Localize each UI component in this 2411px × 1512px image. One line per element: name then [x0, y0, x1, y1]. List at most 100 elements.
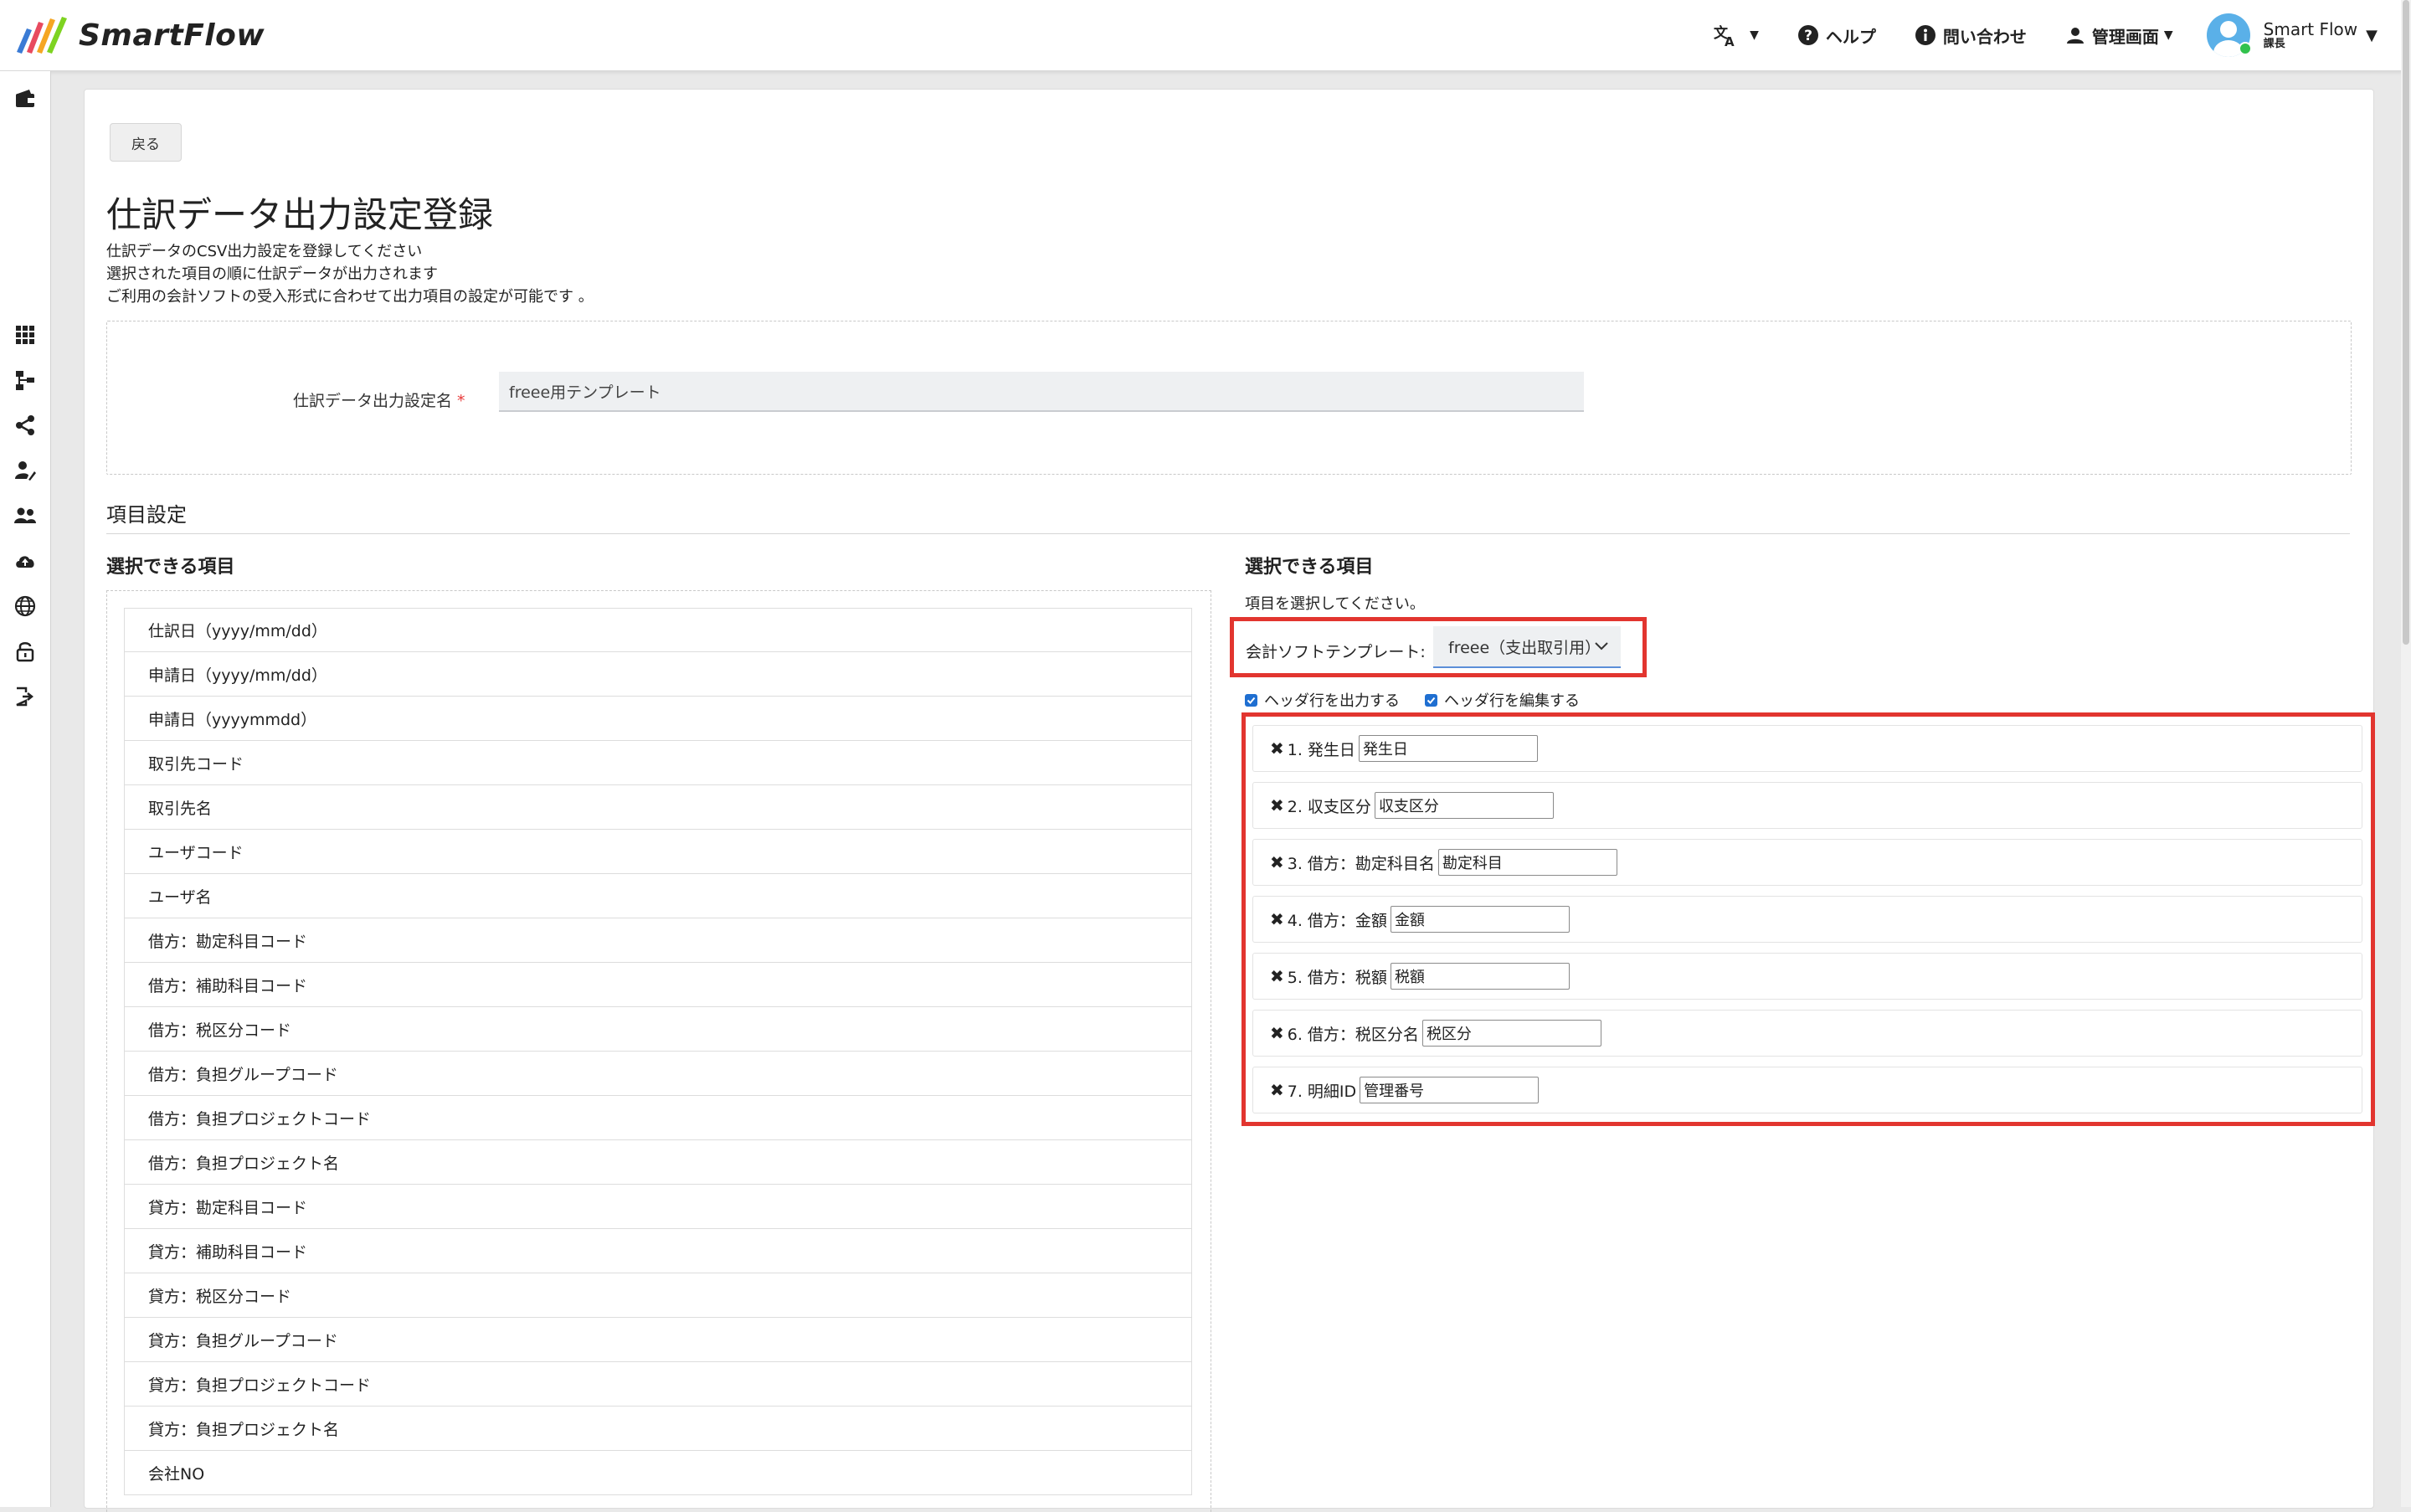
flow-icon[interactable]	[14, 369, 36, 391]
main-card: 戻る 仕訳データ出力設定登録 仕訳データのCSV出力設定を登録してください 選択…	[84, 89, 2375, 1512]
list-item[interactable]: 貸方：負担グループコード	[124, 1318, 1192, 1362]
header-name-input[interactable]: 勘定科目	[1437, 849, 1617, 876]
list-item[interactable]: 借方：負担プロジェクト名	[124, 1140, 1192, 1185]
wallet-icon[interactable]	[14, 88, 36, 110]
field-label: 2. 収支区分	[1287, 797, 1371, 816]
top-nav: 文 A ▼ ? ヘルプ 問い合わせ 管理画面 ▼ Smart Flow 課長 ▼	[1674, 0, 2378, 70]
available-items-box: 仕訳日（yyyy/mm/dd） 申請日（yyyy/mm/dd） 申請日（yyyy…	[106, 590, 1211, 1512]
admin-label: 管理画面	[2091, 26, 2159, 47]
list-item[interactable]: 貸方：負担プロジェクトコード	[124, 1362, 1192, 1407]
help-icon: ?	[1797, 25, 1818, 45]
translate-icon: 文 A	[1714, 24, 1735, 48]
list-item[interactable]: 借方：税区分コード	[124, 1007, 1192, 1052]
list-item[interactable]: 借方：負担グループコード	[124, 1052, 1192, 1096]
help-link[interactable]: ? ヘルプ	[1797, 23, 1876, 48]
person-icon	[2066, 28, 2084, 44]
field-label: 5. 借方：税額	[1287, 968, 1387, 987]
info-icon	[1915, 25, 1935, 45]
help-label: ヘルプ	[1825, 26, 1876, 47]
admin-menu[interactable]: 管理画面 ▼	[2065, 23, 2173, 48]
selected-field-row[interactable]: ✖ 6. 借方：税区分名 税区分	[1252, 1010, 2362, 1057]
remove-icon[interactable]: ✖	[1270, 1080, 1284, 1100]
selected-field-row[interactable]: ✖ 3. 借方：勘定科目名 勘定科目	[1252, 839, 2362, 886]
edit-header-label: ヘッダ行を編集する	[1444, 692, 1580, 710]
remove-icon[interactable]: ✖	[1270, 966, 1284, 986]
field-label: 6. 借方：税区分名	[1287, 1025, 1419, 1044]
selected-field-row[interactable]: ✖ 5. 借方：税額 税額	[1252, 953, 2362, 1000]
list-item[interactable]: 貸方：勘定科目コード	[124, 1185, 1192, 1229]
contact-label: 問い合わせ	[1942, 26, 2027, 47]
list-item[interactable]: 仕訳日（yyyy/mm/dd）	[124, 608, 1192, 652]
header-name-input[interactable]: 発生日	[1358, 735, 1538, 762]
template-highlight: 会計ソフトテンプレート: freee（支出取引用）	[1230, 617, 1647, 677]
section-title: 項目設定	[106, 503, 187, 527]
list-item[interactable]: ユーザコード	[124, 830, 1192, 874]
template-select[interactable]: freee（支出取引用）	[1433, 626, 1621, 668]
app-logo[interactable]: SmartFlow	[15, 15, 265, 55]
list-item[interactable]: 借方：補助科目コード	[124, 963, 1192, 1007]
grid-icon[interactable]	[14, 324, 36, 346]
remove-icon[interactable]: ✖	[1270, 738, 1284, 759]
setting-name-label-text: 仕訳データ出力設定名	[293, 392, 453, 410]
list-item[interactable]: 借方：負担プロジェクトコード	[124, 1096, 1192, 1140]
checkbox-checked-icon	[1245, 693, 1257, 707]
list-item[interactable]: 取引先コード	[124, 741, 1192, 785]
list-item[interactable]: 申請日（yyyymmdd）	[124, 697, 1192, 741]
header-name-input[interactable]: 税区分	[1421, 1020, 1601, 1047]
list-item[interactable]: 申請日（yyyy/mm/dd）	[124, 652, 1192, 697]
chevron-down-icon: ▼	[1750, 28, 1759, 42]
chevron-down-icon: ▼	[2366, 26, 2378, 44]
section-divider	[106, 533, 2350, 534]
list-item[interactable]: 貸方：税区分コード	[124, 1273, 1192, 1318]
top-bar: SmartFlow 文 A ▼ ? ヘルプ 問い合わせ 管理画面 ▼ Smart…	[0, 0, 2411, 71]
output-header-label: ヘッダ行を出力する	[1264, 692, 1400, 710]
page-scrollbar[interactable]	[2401, 0, 2411, 1507]
edit-header-checkbox[interactable]: ヘッダ行を編集する	[1425, 689, 1580, 711]
header-name-input[interactable]: 管理番号	[1360, 1077, 1540, 1103]
remove-icon[interactable]: ✖	[1270, 1023, 1284, 1043]
logo-mark-icon	[17, 17, 67, 54]
globe-icon[interactable]	[14, 595, 36, 617]
list-item[interactable]: ユーザ名	[124, 874, 1192, 918]
language-menu[interactable]: 文 A ▼	[1713, 23, 1759, 48]
user-menu[interactable]: Smart Flow 課長 ▼	[2206, 13, 2378, 57]
setting-name-input[interactable]: freee用テンプレート	[499, 372, 1584, 412]
selected-field-row[interactable]: ✖ 2. 収支区分 収支区分	[1252, 782, 2362, 829]
user-role: 課長	[2263, 37, 2285, 50]
output-header-checkbox[interactable]: ヘッダ行を出力する	[1245, 689, 1400, 711]
contact-link[interactable]: 問い合わせ	[1915, 23, 2027, 48]
online-status-dot	[2238, 42, 2252, 55]
header-name-input[interactable]: 収支区分	[1374, 792, 1554, 819]
list-item[interactable]: 会社NO	[124, 1451, 1192, 1495]
list-item[interactable]: 取引先名	[124, 785, 1192, 830]
field-label: 4. 借方：金額	[1287, 911, 1387, 930]
selected-fields-highlight: ✖ 1. 発生日 発生日 ✖ 2. 収支区分 収支区分 ✖ 3. 借方：勘定科目…	[1241, 712, 2375, 1126]
cloud-upload-icon[interactable]	[14, 550, 36, 572]
page-description: 仕訳データのCSV出力設定を登録してください 選択された項目の順に仕訳データが出…	[106, 240, 594, 308]
header-name-input[interactable]: 税額	[1390, 963, 1570, 990]
selected-field-row[interactable]: ✖ 7. 明細ID 管理番号	[1252, 1067, 2362, 1113]
selected-field-row[interactable]: ✖ 1. 発生日 発生日	[1252, 725, 2362, 772]
list-item[interactable]: 借方：勘定科目コード	[124, 918, 1192, 963]
list-item[interactable]: 貸方：負担プロジェクト名	[124, 1407, 1192, 1451]
list-item[interactable]: 貸方：補助科目コード	[124, 1229, 1192, 1273]
users-icon[interactable]	[14, 505, 36, 527]
share-icon[interactable]	[14, 414, 36, 436]
svg-text:?: ?	[1804, 28, 1812, 44]
selected-field-row[interactable]: ✖ 4. 借方：金額 金額	[1252, 896, 2362, 943]
remove-icon[interactable]: ✖	[1270, 909, 1284, 929]
page-title: 仕訳データ出力設定登録	[106, 194, 494, 235]
scrollbar-thumb[interactable]	[2403, 0, 2409, 645]
available-items-list: 仕訳日（yyyy/mm/dd） 申請日（yyyy/mm/dd） 申請日（yyyy…	[124, 608, 1192, 1495]
remove-icon[interactable]: ✖	[1270, 795, 1284, 815]
user-edit-icon[interactable]	[14, 460, 36, 481]
lock-icon[interactable]	[14, 640, 36, 662]
app-name: SmartFlow	[79, 18, 265, 53]
user-name: Smart Flow	[2263, 18, 2358, 39]
header-name-input[interactable]: 金額	[1390, 906, 1570, 933]
back-button[interactable]: 戻る	[110, 123, 182, 162]
remove-icon[interactable]: ✖	[1270, 852, 1284, 872]
setting-name-section: 仕訳データ出力設定名 * freee用テンプレート	[106, 321, 2352, 475]
logout-icon[interactable]	[14, 686, 36, 707]
chevron-down-icon	[1595, 642, 1608, 651]
